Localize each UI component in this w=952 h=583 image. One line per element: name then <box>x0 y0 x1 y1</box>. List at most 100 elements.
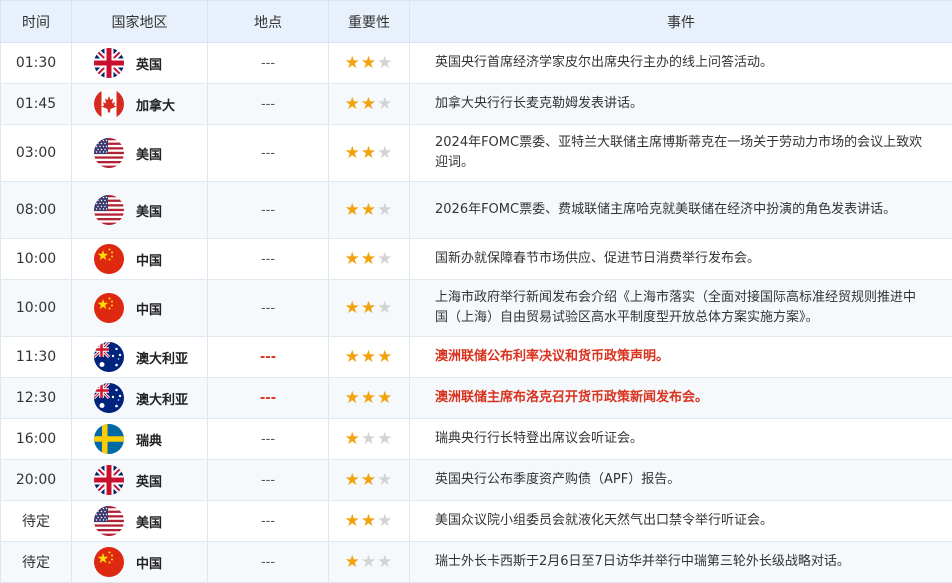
australia-flag-icon <box>94 383 124 413</box>
importance-stars: ★★★ <box>329 125 410 182</box>
table-row[interactable]: 10:00 中国---★★★国新办就保障春节市场供应、促进节日消费举行发布会。 <box>1 239 952 280</box>
importance-stars: ★★★ <box>329 419 410 460</box>
event-time: 16:00 <box>1 419 72 460</box>
table-row[interactable]: 20:00 英国---★★★英国央行公布季度资产购债（APF）报告。 <box>1 460 952 501</box>
event-time: 03:00 <box>1 125 72 182</box>
importance-stars: ★★★ <box>329 460 410 501</box>
table-row[interactable]: 10:00 中国---★★★上海市政府举行新闻发布会介绍《上海市落实（全面对接国… <box>1 280 952 337</box>
usa-flag-icon <box>94 195 124 225</box>
country-name: 中国 <box>136 250 162 269</box>
event-location: --- <box>208 542 329 583</box>
event-country: 中国 <box>72 542 208 583</box>
event-location: --- <box>208 43 329 84</box>
star-filled-icon: ★ <box>345 249 361 269</box>
table-row[interactable]: 01:45 加拿大---★★★加拿大央行行长麦克勒姆发表讲话。 <box>1 84 952 125</box>
table-row[interactable]: 08:00 美国---★★★2026年FOMC票委、费城联储主席哈克就美联储在经… <box>1 182 952 239</box>
event-location: --- <box>208 182 329 239</box>
event-country: 中国 <box>72 239 208 280</box>
event-description: 英国央行首席经济学家皮尔出席央行主办的线上问答活动。 <box>410 43 952 84</box>
star-filled-icon: ★ <box>361 511 377 531</box>
star-filled-icon: ★ <box>345 388 361 408</box>
event-description: 澳洲联储公布利率决议和货币政策声明。 <box>410 337 952 378</box>
table-header-row: 时间 国家地区 地点 重要性 事件 <box>1 1 952 43</box>
star-filled-icon: ★ <box>377 347 393 367</box>
header-time[interactable]: 时间 <box>1 1 72 43</box>
country-name: 英国 <box>136 471 162 490</box>
table-row[interactable]: 03:00 美国---★★★2024年FOMC票委、亚特兰大联储主席博斯蒂克在一… <box>1 125 952 182</box>
event-description: 上海市政府举行新闻发布会介绍《上海市落实（全面对接国际高标准经贸规则推进中国（上… <box>410 280 952 337</box>
event-country: 英国 <box>72 43 208 84</box>
star-empty-icon: ★ <box>377 470 393 490</box>
table-row[interactable]: 待定 美国---★★★美国众议院小组委员会就液化天然气出口禁令举行听证会。 <box>1 501 952 542</box>
star-filled-icon: ★ <box>345 53 361 73</box>
importance-stars: ★★★ <box>329 84 410 125</box>
star-filled-icon: ★ <box>361 347 377 367</box>
table-row[interactable]: 待定 中国---★★★瑞士外长卡西斯于2月6日至7日访华并举行中瑞第三轮外长级战… <box>1 542 952 583</box>
star-empty-icon: ★ <box>361 429 377 449</box>
event-location: --- <box>208 419 329 460</box>
star-filled-icon: ★ <box>345 94 361 114</box>
event-country: 美国 <box>72 125 208 182</box>
header-location[interactable]: 地点 <box>208 1 329 43</box>
event-time: 01:30 <box>1 43 72 84</box>
importance-stars: ★★★ <box>329 280 410 337</box>
china-flag-icon <box>94 244 124 274</box>
event-time: 11:30 <box>1 337 72 378</box>
header-importance[interactable]: 重要性 <box>329 1 410 43</box>
event-time: 12:30 <box>1 378 72 419</box>
importance-stars: ★★★ <box>329 501 410 542</box>
event-description: 2024年FOMC票委、亚特兰大联储主席博斯蒂克在一场关于劳动力市场的会议上致欢… <box>410 125 952 182</box>
table-row[interactable]: 01:30 英国---★★★英国央行首席经济学家皮尔出席央行主办的线上问答活动。 <box>1 43 952 84</box>
sweden-flag-icon <box>94 424 124 454</box>
country-name: 中国 <box>136 299 162 318</box>
event-description: 美国众议院小组委员会就液化天然气出口禁令举行听证会。 <box>410 501 952 542</box>
uk-flag-icon <box>94 465 124 495</box>
event-time: 20:00 <box>1 460 72 501</box>
star-filled-icon: ★ <box>361 298 377 318</box>
star-empty-icon: ★ <box>377 94 393 114</box>
star-filled-icon: ★ <box>345 143 361 163</box>
event-time: 01:45 <box>1 84 72 125</box>
event-location: --- <box>208 460 329 501</box>
event-country: 美国 <box>72 501 208 542</box>
china-flag-icon <box>94 547 124 577</box>
event-description: 国新办就保障春节市场供应、促进节日消费举行发布会。 <box>410 239 952 280</box>
importance-stars: ★★★ <box>329 43 410 84</box>
star-filled-icon: ★ <box>361 53 377 73</box>
importance-stars: ★★★ <box>329 378 410 419</box>
country-name: 美国 <box>136 512 162 531</box>
star-filled-icon: ★ <box>345 470 361 490</box>
star-filled-icon: ★ <box>361 470 377 490</box>
header-event[interactable]: 事件 <box>410 1 952 43</box>
country-name: 美国 <box>136 144 162 163</box>
star-empty-icon: ★ <box>377 200 393 220</box>
event-description: 澳洲联储主席布洛克召开货币政策新闻发布会。 <box>410 378 952 419</box>
event-time: 待定 <box>1 542 72 583</box>
star-empty-icon: ★ <box>377 429 393 449</box>
star-filled-icon: ★ <box>361 200 377 220</box>
event-country: 澳大利亚 <box>72 337 208 378</box>
event-description: 瑞典央行行长特登出席议会听证会。 <box>410 419 952 460</box>
event-description: 瑞士外长卡西斯于2月6日至7日访华并举行中瑞第三轮外长级战略对话。 <box>410 542 952 583</box>
importance-stars: ★★★ <box>329 337 410 378</box>
table-body: 01:30 英国---★★★英国央行首席经济学家皮尔出席央行主办的线上问答活动。… <box>1 43 952 583</box>
star-filled-icon: ★ <box>377 388 393 408</box>
usa-flag-icon <box>94 138 124 168</box>
table-row[interactable]: 12:30 澳大利亚---★★★澳洲联储主席布洛克召开货币政策新闻发布会。 <box>1 378 952 419</box>
event-location: --- <box>208 378 329 419</box>
importance-stars: ★★★ <box>329 182 410 239</box>
header-country[interactable]: 国家地区 <box>72 1 208 43</box>
table-row[interactable]: 16:00 瑞典---★★★瑞典央行行长特登出席议会听证会。 <box>1 419 952 460</box>
event-description: 加拿大央行行长麦克勒姆发表讲话。 <box>410 84 952 125</box>
event-country: 澳大利亚 <box>72 378 208 419</box>
star-empty-icon: ★ <box>377 552 393 572</box>
uk-flag-icon <box>94 48 124 78</box>
event-country: 加拿大 <box>72 84 208 125</box>
star-filled-icon: ★ <box>345 429 361 449</box>
event-country: 美国 <box>72 182 208 239</box>
event-location: --- <box>208 84 329 125</box>
canada-flag-icon <box>94 89 124 119</box>
star-empty-icon: ★ <box>377 249 393 269</box>
star-filled-icon: ★ <box>345 511 361 531</box>
table-row[interactable]: 11:30 澳大利亚---★★★澳洲联储公布利率决议和货币政策声明。 <box>1 337 952 378</box>
